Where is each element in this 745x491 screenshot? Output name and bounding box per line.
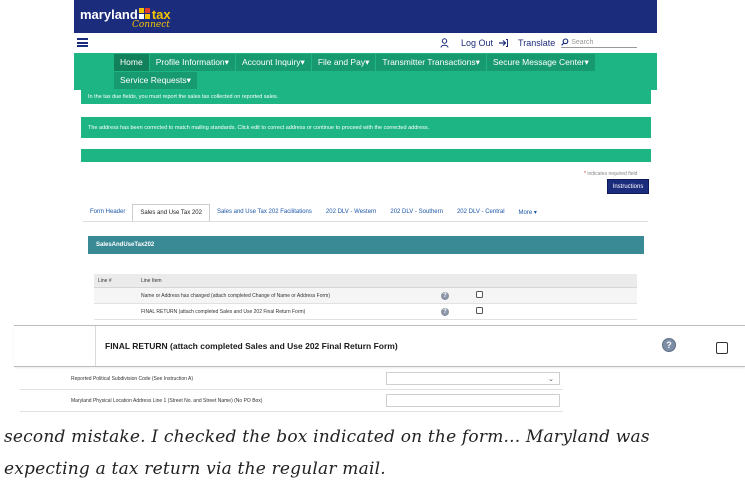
nav-item-home[interactable]: Home (114, 54, 149, 71)
lower-form-rows: Reported Political Subdivision Code (See… (20, 368, 563, 412)
logo-dots-icon (138, 8, 150, 19)
name-address-changed-checkbox[interactable] (476, 291, 483, 298)
nav-item-service-requests[interactable]: Service Requests▾ (114, 72, 197, 89)
logo-maryland-text: maryland (80, 7, 138, 22)
table-row: Maryland Physical Location Address Line … (20, 390, 563, 412)
user-icon[interactable] (440, 37, 449, 48)
utility-links: Log Out Translate Search (440, 37, 638, 48)
translate-link[interactable]: Translate (518, 38, 555, 48)
search-placeholder: Search (571, 38, 594, 46)
logout-icon[interactable] (499, 38, 509, 47)
tab-202-dlv-southern[interactable]: 202 DLV - Southern (383, 204, 450, 222)
alert-address-corrected: The address has been corrected to match … (81, 117, 651, 138)
tab-202-dlv-central[interactable]: 202 DLV - Central (450, 204, 512, 222)
nav-row-2: Service Requests▾ (114, 72, 198, 89)
hamburger-menu-icon[interactable] (77, 38, 88, 47)
tab-202-dlv-western[interactable]: 202 DLV - Western (319, 204, 383, 222)
address-line1-input[interactable] (386, 394, 560, 407)
final-return-checkbox[interactable] (476, 307, 483, 314)
zoomed-final-return-label: FINAL RETURN (attach completed Sales and… (105, 341, 398, 351)
line-items-table: Line # Line Item Name or Address has cha… (94, 274, 637, 320)
tab-divider (83, 221, 648, 222)
table-row: FINAL RETURN (attach completed Sales and… (94, 304, 637, 320)
nav-item-account-inquiry[interactable]: Account Inquiry▾ (235, 54, 311, 71)
zoomed-final-return-row: FINAL RETURN (attach completed Sales and… (14, 325, 745, 367)
tab-sales-and-use-tax-202-facilitations[interactable]: Sales and Use Tax 202 Facilitations (210, 204, 319, 222)
nav-item-profile-information[interactable]: Profile Information▾ (149, 54, 235, 71)
utility-bar: Log Out Translate Search (74, 33, 657, 53)
search-input[interactable]: Search (561, 37, 638, 48)
political-subdivision-select[interactable]: ⌄ (386, 372, 560, 385)
row-label-final-return: FINAL RETURN (attach completed Sales and… (141, 308, 306, 315)
address-line1-label: Maryland Physical Location Address Line … (71, 397, 263, 404)
form-tabs: Form Header Sales and Use Tax 202 Sales … (83, 204, 544, 222)
instructions-button[interactable]: Instructions (607, 179, 649, 194)
row-label-name-address-changed: Name or Address has changed (attach comp… (141, 292, 330, 299)
alert-blank (81, 149, 651, 162)
tab-sales-and-use-tax-202[interactable]: Sales and Use Tax 202 (132, 204, 210, 222)
header-line-item: Line Item (141, 277, 162, 284)
nav-item-secure-message-center[interactable]: Secure Message Center▾ (486, 54, 595, 71)
zoomed-final-return-checkbox[interactable] (716, 342, 728, 354)
search-icon[interactable] (561, 38, 569, 46)
logo-connect-text: Connect (132, 20, 170, 30)
handwritten-caption: second mistake. I checked the box indica… (4, 427, 650, 479)
table-row: Name or Address has changed (attach comp… (94, 288, 637, 304)
help-icon[interactable]: ? (441, 291, 449, 300)
required-field-note: * indicates required field (584, 171, 638, 177)
chevron-down-icon: ⌄ (548, 376, 554, 383)
help-icon[interactable]: ? (441, 307, 449, 316)
zoomed-help-icon[interactable]: ? (662, 338, 676, 352)
maryland-tax-connect-logo[interactable]: maryland tax Connect (80, 6, 171, 30)
tab-form-header[interactable]: Form Header (83, 204, 132, 222)
table-header: Line # Line Item (94, 274, 637, 288)
nav-row-1: Home Profile Information▾ Account Inquir… (114, 54, 596, 71)
alert-tax-due: In the tax due fields, you must report t… (81, 90, 651, 104)
header-line-number: Line # (98, 277, 112, 284)
section-header: SalesAndUseTax202 (88, 236, 644, 254)
nav-item-file-and-pay[interactable]: File and Pay▾ (311, 54, 376, 71)
nav-item-transmitter-transactions[interactable]: Transmitter Transactions▾ (376, 54, 486, 71)
zoomed-line-number-cell (14, 326, 96, 366)
top-header: maryland tax Connect (74, 0, 657, 33)
logout-link[interactable]: Log Out (461, 38, 493, 48)
tab-more[interactable]: More ▾ (512, 204, 544, 222)
screenshot-frame: maryland tax Connect Log Out Translate S… (74, 0, 667, 372)
main-nav: Home Profile Information▾ Account Inquir… (74, 53, 657, 90)
table-row: Reported Political Subdivision Code (See… (20, 368, 563, 390)
political-subdivision-label: Reported Political Subdivision Code (See… (71, 375, 194, 382)
